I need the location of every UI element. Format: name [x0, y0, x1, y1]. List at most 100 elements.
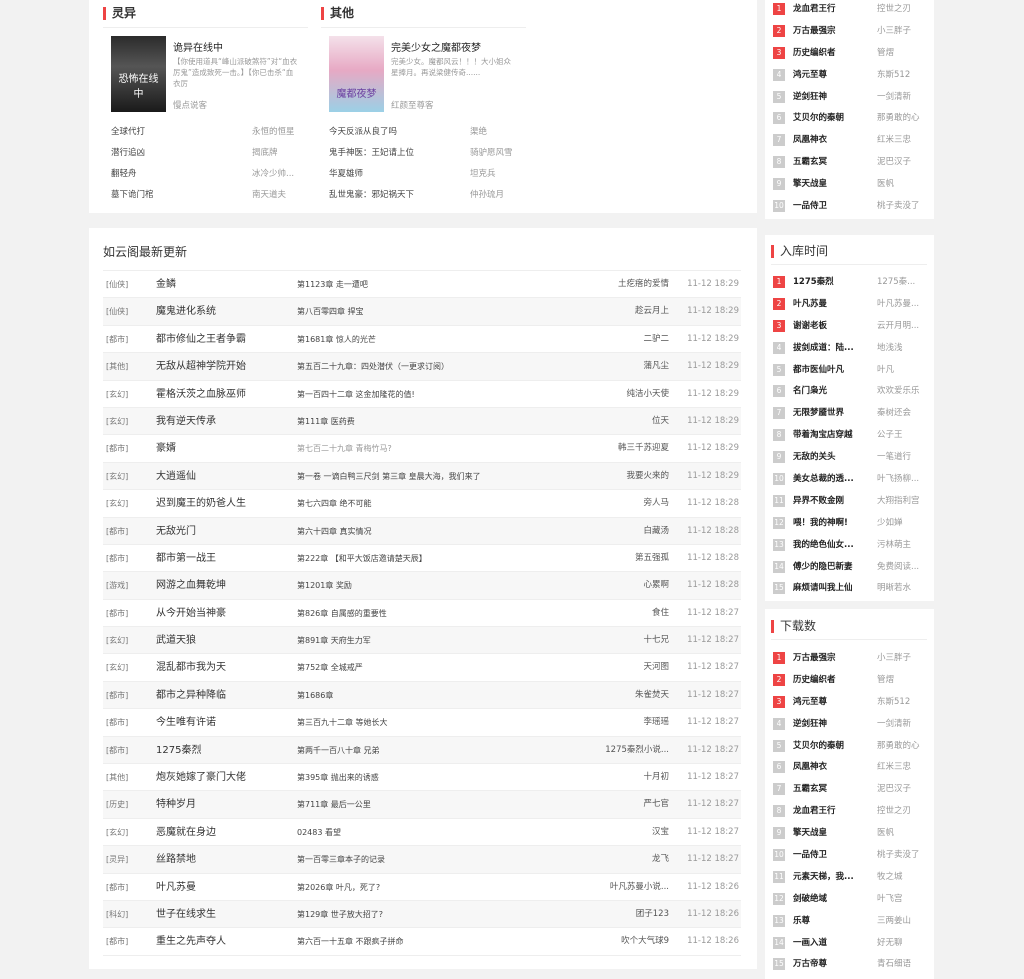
book-link[interactable]: 从今开始当神豪 — [156, 600, 226, 627]
category-link[interactable]: [其他] — [106, 353, 128, 380]
author-link[interactable]: 汉宝 — [652, 819, 669, 846]
chapter-link[interactable]: 第两千一百八十章 兄弟 — [297, 737, 380, 764]
book-link[interactable]: 武道天狼 — [156, 627, 196, 654]
author-link[interactable]: 二驴二 — [643, 326, 669, 353]
book-link[interactable]: 万古最强宗 — [793, 647, 865, 669]
chapter-link[interactable]: 第222章 【和平大饭店邀请楚天辰】 — [297, 545, 427, 572]
book-link[interactable]: 金鳞 — [156, 271, 176, 298]
book-link[interactable]: 混乱都市我为天 — [156, 654, 226, 681]
author-link[interactable]: 秦树还会 — [877, 402, 929, 424]
book-link[interactable]: 大逍遥仙 — [156, 463, 196, 490]
author-link[interactable]: 白藏汤 — [643, 518, 669, 545]
book-link[interactable]: 无限梦靥世界 — [793, 402, 865, 424]
author-link[interactable]: 朱雀焚天 — [635, 682, 669, 709]
author-link[interactable]: 小三胖子 — [877, 647, 929, 669]
author-link[interactable]: 叶飞宫 — [877, 888, 929, 910]
author-link[interactable]: 渠绝 — [470, 122, 487, 143]
author-link[interactable]: 趁云月上 — [635, 298, 669, 325]
book-link[interactable]: 无敌的关头 — [793, 446, 865, 468]
book-link[interactable]: 名门枭光 — [793, 380, 865, 402]
book-link[interactable]: 叶凡苏曼 — [156, 874, 196, 901]
author-link[interactable]: 心累啊 — [643, 572, 669, 599]
category-link[interactable]: [仙侠] — [106, 271, 128, 298]
author-link[interactable]: 管熠 — [877, 42, 929, 64]
author-link[interactable]: 天河图 — [643, 654, 669, 681]
book-link[interactable]: 都市之异种降临 — [156, 682, 226, 709]
chapter-link[interactable]: 第1681章 惊人的光芒 — [297, 326, 376, 353]
book-cover[interactable]: 魔都夜梦 — [329, 36, 384, 112]
category-link[interactable]: [游戏] — [106, 572, 128, 599]
chapter-link[interactable]: 第七百二十九章 青梅竹马? — [297, 435, 392, 462]
author-link[interactable]: 1275秦烈小说... — [605, 737, 669, 764]
category-link[interactable]: [玄幻] — [106, 381, 128, 408]
category-link[interactable]: [玄幻] — [106, 819, 128, 846]
author-link[interactable]: 免费阅读... — [877, 556, 929, 578]
chapter-link[interactable]: 第一卷 一谪白鸭三尺剑 第三章 皇晨大海，我们来了 — [297, 463, 481, 490]
book-link[interactable]: 1275秦烈 — [156, 737, 201, 764]
category-link[interactable]: [都市] — [106, 874, 128, 901]
book-link[interactable]: 擎天战皇 — [793, 173, 865, 195]
chapter-link[interactable]: 第一百四十二章 这金加隆花的值! — [297, 381, 415, 408]
book-link[interactable]: 五霸玄冥 — [793, 778, 865, 800]
book-link[interactable]: 喂！我的神啊! — [793, 512, 865, 534]
chapter-link[interactable]: 第1123章 走一遭吧 — [297, 271, 368, 298]
author-link[interactable]: 土疙瘩的爱情 — [618, 271, 669, 298]
author-link[interactable]: 控世之刃 — [877, 0, 929, 20]
author-link[interactable]: 东斯512 — [877, 64, 929, 86]
book-link[interactable]: 乱世鬼豪：邪妃祸天下 — [329, 185, 414, 206]
book-link[interactable]: 我有逆天传承 — [156, 408, 216, 435]
category-link[interactable]: [都市] — [106, 545, 128, 572]
chapter-link[interactable]: 第711章 最后一公里 — [297, 791, 371, 818]
book-link[interactable]: 墓下诡门棺 — [111, 185, 154, 206]
chapter-link[interactable]: 02483 看望 — [297, 819, 341, 846]
book-link[interactable]: 今天反派从良了吗 — [329, 122, 397, 143]
author-link[interactable]: 坦克兵 — [470, 164, 496, 185]
book-link[interactable]: 逆剑狂神 — [793, 713, 865, 735]
book-link[interactable]: 谢谢老板 — [793, 315, 865, 337]
book-link[interactable]: 潜行追凶 — [111, 143, 145, 164]
book-link[interactable]: 龙血君王行 — [793, 800, 865, 822]
author-link[interactable]: 严七官 — [643, 791, 669, 818]
book-link[interactable]: 美女总裁的透... — [793, 468, 865, 490]
book-cover[interactable]: 恐怖在线中 — [111, 36, 166, 112]
book-link[interactable]: 五霸玄冥 — [793, 151, 865, 173]
book-link[interactable]: 叶凡苏曼 — [793, 293, 865, 315]
book-link[interactable]: 异界不败金刚 — [793, 490, 865, 512]
book-link[interactable]: 全球代打 — [111, 122, 145, 143]
book-link[interactable]: 迟到魔王的奶爸人生 — [156, 490, 246, 517]
author-link[interactable]: 旁人马 — [643, 490, 669, 517]
chapter-link[interactable]: 第752章 全城戒严 — [297, 654, 363, 681]
featured-book[interactable]: 恐怖在线中 诡异在线中 【你使用道具“峰山派破煞符”对“血衣厉鬼”造成致死一击。… — [111, 36, 311, 116]
category-link[interactable]: [都市] — [106, 709, 128, 736]
chapter-link[interactable]: 第六十四章 真实情况 — [297, 518, 372, 545]
book-link[interactable]: 麻烦请叫我上仙 — [793, 577, 865, 599]
featured-book-name[interactable]: 诡异在线中 — [173, 39, 223, 54]
author-link[interactable]: 纯洁小天使 — [626, 381, 669, 408]
book-link[interactable]: 元素天梯，我... — [793, 866, 865, 888]
chapter-link[interactable]: 第七六四章 绝不可能 — [297, 490, 372, 517]
author-link[interactable]: 叶飞扬柳... — [877, 468, 929, 490]
author-link[interactable]: 青石细语 — [877, 953, 929, 975]
book-link[interactable]: 艾贝尔的秦朝 — [793, 735, 865, 757]
author-link[interactable]: 冰冷少帅... — [252, 164, 294, 185]
author-link[interactable]: 一剑清新 — [877, 86, 929, 108]
author-link[interactable]: 管熠 — [877, 669, 929, 691]
chapter-link[interactable]: 第2026章 叶凡，死了? — [297, 874, 380, 901]
author-link[interactable]: 少如婵 — [877, 512, 929, 534]
category-link[interactable]: [其他] — [106, 764, 128, 791]
author-link[interactable]: 三两姜山 — [877, 910, 929, 932]
category-link[interactable]: [都市] — [106, 518, 128, 545]
book-link[interactable]: 鬼手神医：王妃请上位 — [329, 143, 414, 164]
author-link[interactable]: 十月初 — [643, 764, 669, 791]
book-link[interactable]: 凤凰神衣 — [793, 756, 865, 778]
author-link[interactable]: 明晰若水 — [877, 577, 929, 599]
book-link[interactable]: 翻轻舟 — [111, 164, 137, 185]
category-link[interactable]: [玄幻] — [106, 490, 128, 517]
author-link[interactable]: 一笔道行 — [877, 446, 929, 468]
author-link[interactable]: 桃子卖没了 — [877, 844, 929, 866]
book-link[interactable]: 一品侍卫 — [793, 195, 865, 217]
book-link[interactable]: 万古帝尊 — [793, 953, 865, 975]
chapter-link[interactable]: 第826章 自属感的重要性 — [297, 600, 387, 627]
category-link[interactable]: [都市] — [106, 600, 128, 627]
author-link[interactable]: 公子王 — [877, 424, 929, 446]
